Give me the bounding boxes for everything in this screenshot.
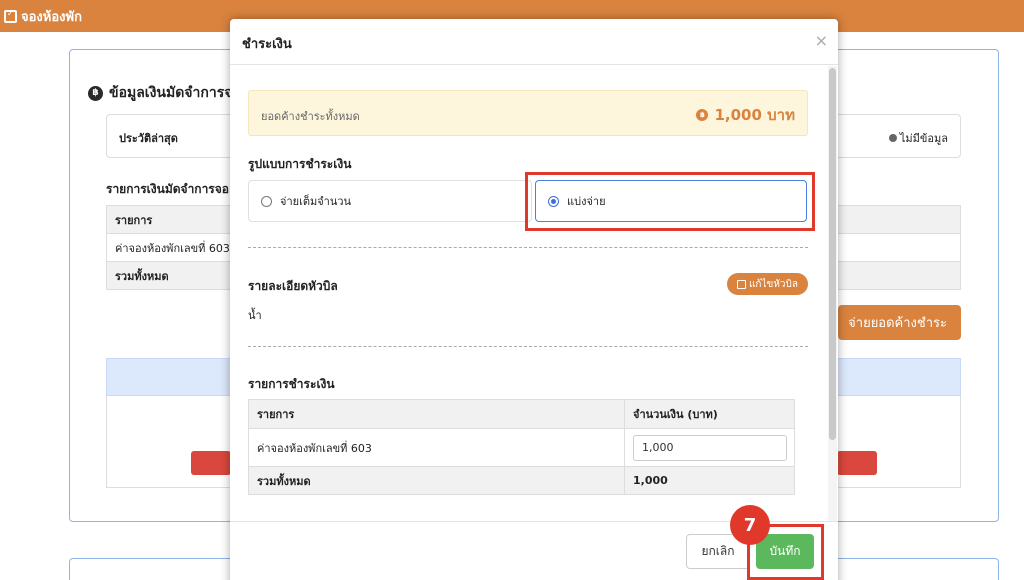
col-amount-header: จำนวนเงิน (บาท): [624, 399, 795, 429]
total-amount: 1,000: [624, 466, 795, 495]
modal-scrollbar[interactable]: [828, 66, 837, 521]
calendar-icon: [4, 9, 17, 23]
total-label: รวมทั้งหมด: [248, 466, 625, 495]
option-full-payment[interactable]: จ่ายเต็มจำนวน: [248, 180, 532, 222]
bill-value: น้ำ: [248, 309, 262, 322]
row-item: ค่าจองห้องพักเลขที่ 603: [248, 428, 625, 467]
table-row: ค่าจองห้องพักเลขที่ 603: [248, 428, 795, 467]
installment-highlight: [525, 172, 815, 231]
amount-input[interactable]: [633, 434, 787, 461]
app-title: จองห้องพัก: [21, 9, 82, 25]
payment-table: รายการ จำนวนเงิน (บาท) ค่าจองห้องพักเลขท…: [248, 399, 795, 495]
close-icon[interactable]: ×: [815, 31, 828, 50]
option-full-payment-label: จ่ายเต็มจำนวน: [280, 195, 352, 208]
outstanding-amount: ฿ 1,000 บาท: [696, 103, 795, 127]
row-amount-cell: [624, 428, 795, 467]
coin-icon: ฿: [696, 109, 709, 121]
outstanding-label: ยอดค้างชำระทั้งหมด: [261, 110, 360, 123]
outstanding-amount-text: 1,000 บาท: [714, 106, 795, 124]
outstanding-balance-box: ยอดค้างชำระทั้งหมด ฿ 1,000 บาท: [248, 90, 808, 136]
radio-full-payment[interactable]: [261, 195, 272, 207]
payment-type-title: รูปแบบการชำระเงิน: [248, 157, 352, 171]
step-badge: 7: [730, 505, 770, 545]
table-total-row: รวมทั้งหมด 1,000: [248, 466, 795, 495]
bill-details-title: รายละเอียดหัวบิล: [248, 279, 338, 293]
table-header-row: รายการ จำนวนเงิน (บาท): [248, 399, 795, 429]
edit-bill-button[interactable]: แก้ไขหัวบิล: [727, 273, 808, 295]
payment-list-title: รายการชำระเงิน: [248, 377, 335, 391]
modal-title: ชำระเงิน: [242, 37, 292, 52]
divider: [248, 247, 808, 248]
edit-bill-button-label: แก้ไขหัวบิล: [748, 278, 799, 290]
modal-header: ชำระเงิน ×: [230, 19, 838, 65]
divider: [248, 346, 808, 347]
col-item-header: รายการ: [248, 399, 625, 429]
scrollbar-thumb[interactable]: [829, 68, 836, 440]
edit-icon: [736, 279, 746, 289]
